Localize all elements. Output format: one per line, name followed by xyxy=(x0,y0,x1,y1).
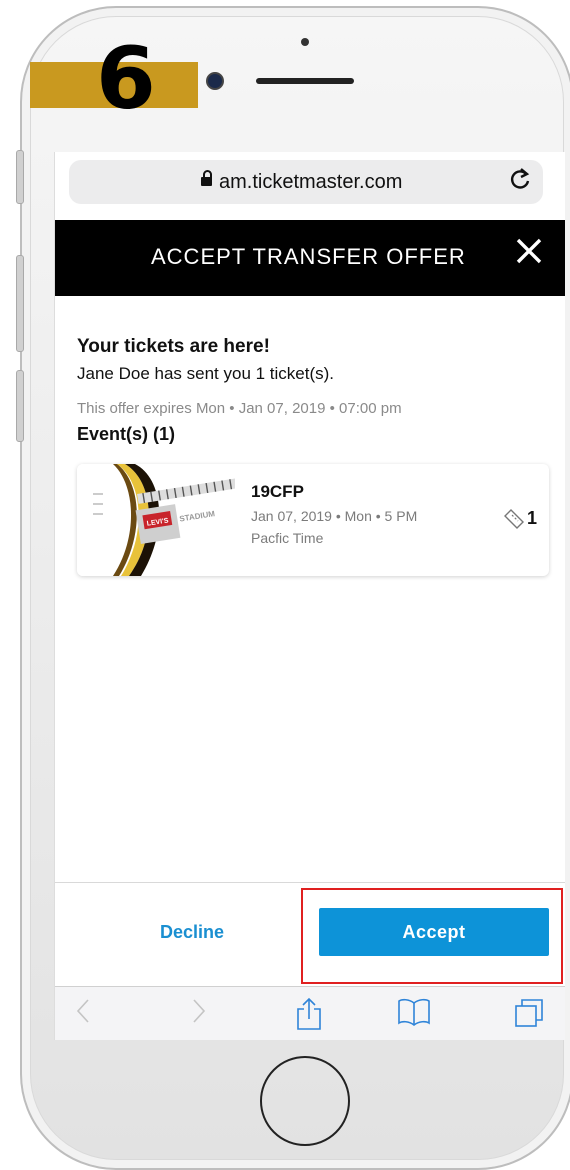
reload-icon[interactable] xyxy=(509,167,531,200)
share-icon[interactable] xyxy=(295,997,323,1031)
event-date: Jan 07, 2019 • Mon • 5 PM xyxy=(251,508,418,524)
proximity-sensor xyxy=(301,38,309,46)
front-camera xyxy=(206,72,224,90)
back-icon[interactable] xyxy=(75,997,91,1025)
events-count-label: Event(s) (1) xyxy=(77,424,176,444)
lock-icon xyxy=(201,170,212,186)
silent-switch xyxy=(16,150,24,204)
transfer-header: ACCEPT TRANSFER OFFER xyxy=(55,220,565,296)
forward-icon[interactable] xyxy=(191,997,207,1025)
ticket-icon xyxy=(503,508,525,530)
earpiece-speaker xyxy=(256,78,354,84)
address-bar[interactable]: am.ticketmaster.com xyxy=(69,160,543,204)
page-title: ACCEPT TRANSFER OFFER xyxy=(151,244,466,269)
step-number: 6 xyxy=(96,29,156,129)
phone-screen: am.ticketmaster.com ACCEPT TRANSFER OFFE… xyxy=(54,152,565,1040)
event-name: 19CFP xyxy=(251,482,304,501)
bookmarks-icon[interactable] xyxy=(397,997,431,1027)
event-card[interactable]: LEVI'S STADIUM 19CFP Jan 07, 2019 • Mon … xyxy=(77,464,549,576)
action-divider xyxy=(55,882,565,883)
offer-title: Your tickets are here! xyxy=(77,336,270,357)
volume-down-button xyxy=(16,370,24,442)
event-thumbnail: LEVI'S STADIUM xyxy=(77,464,238,576)
offer-expiry: This offer expires Mon • Jan 07, 2019 • … xyxy=(77,400,402,417)
close-icon[interactable] xyxy=(515,234,543,272)
home-button[interactable] xyxy=(260,1056,350,1146)
browser-toolbar xyxy=(55,986,565,1040)
url-text: am.ticketmaster.com xyxy=(219,171,403,193)
offer-sender-line: Jane Doe has sent you 1 ticket(s). xyxy=(77,364,335,383)
tabs-icon[interactable] xyxy=(513,997,545,1029)
event-timezone: Pacfic Time xyxy=(251,530,324,546)
ticket-count: 1 xyxy=(527,508,538,528)
decline-button[interactable]: Decline xyxy=(107,908,277,956)
accept-highlight-box xyxy=(301,888,563,984)
volume-up-button xyxy=(16,255,24,352)
